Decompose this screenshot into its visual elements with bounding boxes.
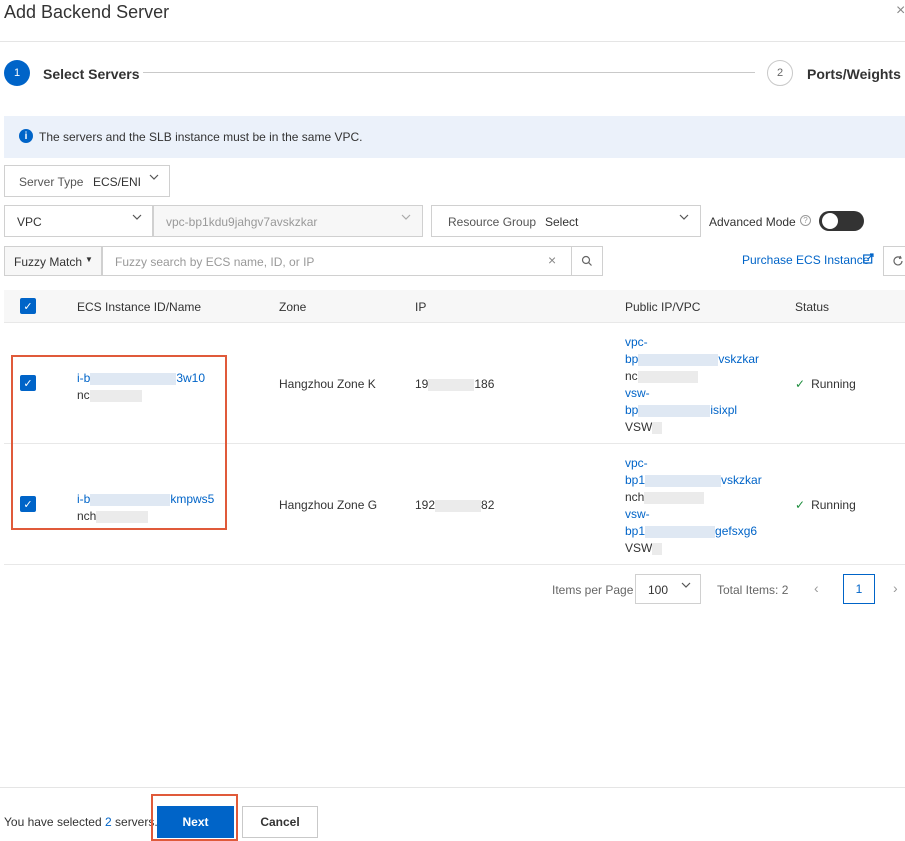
footer-divider — [0, 787, 905, 788]
chevron-down-icon — [678, 211, 690, 226]
advanced-mode-label: Advanced Mode — [709, 215, 796, 229]
search-icon — [581, 255, 592, 266]
vpc-id-link[interactable]: bp vskzkar — [625, 351, 785, 368]
chevron-down-icon — [131, 211, 143, 226]
vpc-id-link[interactable]: bp1 vskzkar — [625, 472, 785, 489]
fuzzy-match-label: Fuzzy Match — [14, 255, 83, 269]
help-icon[interactable]: ? — [800, 215, 811, 226]
vsw-link[interactable]: vsw- — [625, 506, 785, 523]
cancel-button[interactable]: Cancel — [242, 806, 318, 838]
server-type-value: ECS/ENI — [93, 175, 142, 189]
column-header-status: Status — [795, 300, 830, 314]
vpc-name: nch — [625, 489, 785, 506]
column-header-zone: Zone — [279, 300, 307, 314]
row-divider — [4, 564, 905, 565]
vsw-link[interactable]: vsw- — [625, 385, 785, 402]
vsw-id-link[interactable]: bp isixpl — [625, 402, 785, 419]
status-cell: ✓ Running — [795, 377, 856, 391]
toggle-knob — [822, 213, 838, 229]
vpc-notice-text: The servers and the SLB instance must be… — [39, 130, 363, 144]
caret-down-icon: ▼ — [85, 255, 93, 264]
select-all-checkbox[interactable]: ✓ — [20, 298, 36, 314]
vsw-name: VSW — [625, 540, 785, 557]
page-number-button[interactable]: 1 — [843, 574, 875, 604]
next-button[interactable]: Next — [157, 806, 234, 838]
check-icon: ✓ — [795, 498, 806, 512]
column-header-ip: IP — [415, 300, 427, 314]
resource-group-value: Select — [545, 215, 579, 229]
selection-highlight — [11, 355, 227, 530]
selected-count: 2 — [104, 815, 112, 829]
prev-page-icon[interactable]: ‹ — [814, 580, 819, 596]
status-cell: ✓ Running — [795, 498, 856, 512]
refresh-icon — [893, 255, 903, 266]
chevron-down-icon — [148, 171, 160, 186]
step-2-label: Ports/Weights — [807, 66, 901, 82]
step-1-indicator: 1 — [4, 60, 30, 86]
step-2-indicator: 2 — [767, 60, 793, 86]
public-ip-vpc-cell: vpc- bp vskzkar nc vsw- bp isixpl VSW — [625, 334, 785, 436]
step-1-label: Select Servers — [43, 66, 140, 82]
selected-summary: You have selected 2 servers. — [4, 815, 158, 829]
vsw-name: VSW — [625, 419, 785, 436]
public-ip-vpc-cell: vpc- bp1 vskzkar nch vsw- bp1 gefsxg6 VSW — [625, 455, 785, 557]
items-per-page-value: 100 — [648, 583, 669, 597]
vsw-id-link[interactable]: bp1 gefsxg6 — [625, 523, 785, 540]
vpc-link[interactable]: vpc- — [625, 334, 785, 351]
next-page-icon[interactable]: › — [893, 580, 898, 596]
header-divider — [0, 41, 905, 42]
network-type-value: VPC — [17, 215, 42, 229]
search-input[interactable]: Fuzzy search by ECS name, ID, or IP — [115, 255, 314, 269]
external-link-icon[interactable] — [863, 253, 874, 267]
items-per-page-label: Items per Page — [552, 583, 634, 597]
ip-cell: 192 82 — [415, 498, 495, 512]
info-icon: i — [19, 129, 33, 143]
total-items: Total Items: 2 — [717, 583, 789, 597]
zone-cell: Hangzhou Zone G — [279, 498, 378, 512]
resource-group-label: Resource Group — [448, 215, 537, 229]
chevron-down-icon — [680, 579, 692, 594]
dialog-title: Add Backend Server — [4, 2, 170, 22]
close-icon[interactable]: × — [896, 0, 905, 22]
step-connector — [143, 72, 755, 73]
server-type-label: Server Type — [19, 175, 84, 189]
chevron-down-icon — [400, 211, 412, 226]
vpc-link[interactable]: vpc- — [625, 455, 785, 472]
ip-cell: 19 186 — [415, 377, 495, 391]
clear-icon[interactable]: × — [548, 252, 556, 268]
check-icon: ✓ — [795, 377, 806, 391]
zone-cell: Hangzhou Zone K — [279, 377, 376, 391]
column-header-instance: ECS Instance ID/Name — [77, 300, 202, 314]
refresh-button[interactable] — [883, 246, 905, 276]
search-button[interactable] — [571, 246, 603, 276]
vpc-name: nc — [625, 368, 785, 385]
vpc-id-value: vpc-bp1kdu9jahgv7avskzkar — [166, 215, 318, 229]
column-header-public-ip: Public IP/VPC — [625, 300, 701, 314]
purchase-ecs-link[interactable]: Purchase ECS Instance — [742, 253, 869, 267]
